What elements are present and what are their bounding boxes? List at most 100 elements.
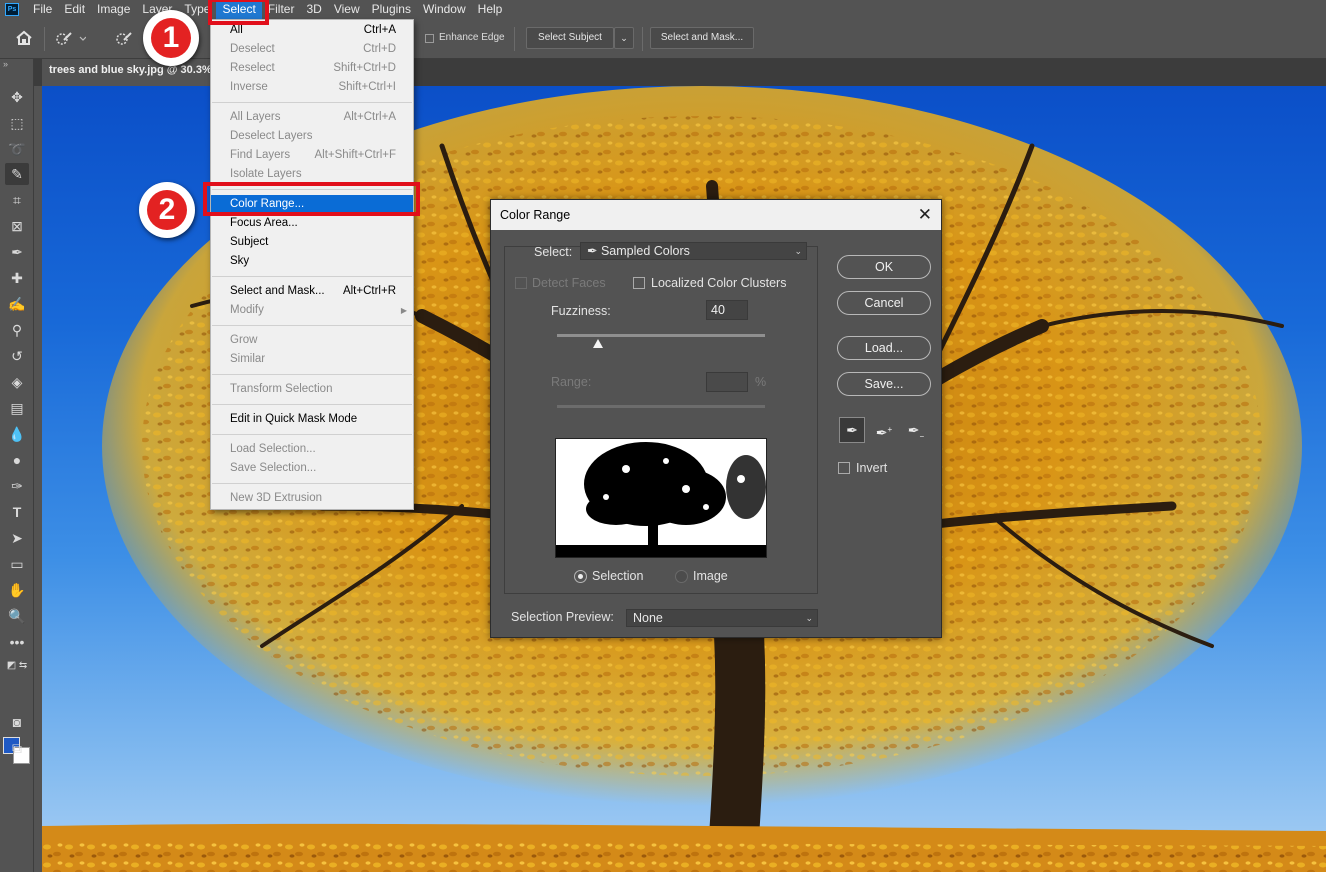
menu-item-save-selection[interactable]: Save Selection... bbox=[211, 459, 413, 478]
selection-radio[interactable] bbox=[574, 570, 587, 583]
history-brush-icon[interactable]: ↺ bbox=[5, 345, 29, 367]
menu-item-reselect[interactable]: Reselect Shift+Ctrl+D bbox=[211, 59, 413, 78]
menu-item-deselect[interactable]: Deselect Ctrl+D bbox=[211, 40, 413, 59]
menu-bar: Ps File Edit Image Layer Type Select Fil… bbox=[0, 0, 1326, 19]
save-button[interactable]: Save... bbox=[837, 372, 931, 396]
dialog-title-bar: Color Range ✕ bbox=[491, 200, 941, 230]
dialog-title: Color Range bbox=[500, 208, 571, 222]
quick-mask-icon[interactable]: ◙ bbox=[5, 711, 29, 733]
selection-preview-dropdown[interactable]: None ⌄ bbox=[626, 609, 818, 627]
menu-item-transform-selection[interactable]: Transform Selection bbox=[211, 380, 413, 399]
collapse-panel-icon[interactable]: » bbox=[3, 59, 8, 69]
rectangle-tool-icon[interactable]: ▭ bbox=[5, 553, 29, 575]
invert-checkbox[interactable] bbox=[838, 462, 850, 474]
menu-3d[interactable]: 3D bbox=[300, 0, 327, 19]
menu-item-grow[interactable]: Grow bbox=[211, 331, 413, 350]
image-radio[interactable] bbox=[675, 570, 688, 583]
eyedropper-icon[interactable]: ✒ bbox=[839, 417, 865, 443]
cancel-button[interactable]: Cancel bbox=[837, 291, 931, 315]
menu-image[interactable]: Image bbox=[91, 0, 136, 19]
menu-window[interactable]: Window bbox=[417, 0, 472, 19]
close-icon[interactable]: ✕ bbox=[918, 200, 932, 230]
image-radio-label: Image bbox=[693, 569, 728, 583]
eyedropper-plus-icon[interactable]: ✒+ bbox=[871, 417, 897, 443]
menu-item-deselect-layers[interactable]: Deselect Layers bbox=[211, 127, 413, 146]
menu-item-focus-area[interactable]: Focus Area... bbox=[211, 214, 413, 233]
tree-silhouette-image bbox=[556, 439, 766, 557]
home-icon[interactable] bbox=[15, 29, 33, 50]
eraser-tool-icon[interactable]: ◈ bbox=[5, 371, 29, 393]
eyedropper-minus-icon[interactable]: ✒− bbox=[903, 417, 929, 443]
menu-item-load-selection[interactable]: Load Selection... bbox=[211, 440, 413, 459]
blur-tool-icon[interactable]: 💧 bbox=[5, 423, 29, 445]
select-subject-button[interactable]: Select Subject bbox=[526, 27, 614, 49]
select-label: Select: bbox=[534, 245, 573, 259]
fuzziness-slider-track[interactable] bbox=[557, 334, 765, 337]
ok-button[interactable]: OK bbox=[837, 255, 931, 279]
quick-selection-tool-icon[interactable]: ✎ bbox=[5, 163, 29, 185]
menu-item-similar[interactable]: Similar bbox=[211, 350, 413, 369]
step-callout-2: 2 bbox=[139, 182, 195, 238]
dodge-tool-icon[interactable]: ● bbox=[5, 449, 29, 471]
document-tab[interactable]: trees and blue sky.jpg @ 30.3% bbox=[42, 59, 214, 86]
menu-plugins[interactable]: Plugins bbox=[366, 0, 417, 19]
range-label: Range: bbox=[551, 375, 592, 389]
add-to-selection-icon[interactable] bbox=[116, 30, 138, 49]
enhance-edge-checkbox[interactable] bbox=[425, 34, 434, 43]
default-colors-icon[interactable]: ◩ ⇆ bbox=[5, 655, 29, 677]
type-tool-icon[interactable]: T bbox=[5, 501, 29, 523]
detect-faces-checkbox[interactable] bbox=[515, 277, 527, 289]
menu-item-select-and-mask[interactable]: Select and Mask... Alt+Ctrl+R bbox=[211, 282, 413, 301]
select-menu-dropdown: All Ctrl+A Deselect Ctrl+D Reselect Shift+C… bbox=[210, 19, 414, 510]
menu-file[interactable]: File bbox=[27, 0, 58, 19]
gradient-tool-icon[interactable]: ▤ bbox=[5, 397, 29, 419]
selection-preview-label: Selection Preview: bbox=[511, 610, 614, 624]
step-callout-1: 1 bbox=[143, 10, 199, 66]
path-selection-icon[interactable]: ➤ bbox=[5, 527, 29, 549]
menu-help[interactable]: Help bbox=[472, 0, 509, 19]
range-slider-track[interactable] bbox=[557, 405, 765, 408]
chevron-down-icon: ⌄ bbox=[805, 613, 813, 623]
menu-edit[interactable]: Edit bbox=[58, 0, 91, 19]
menu-view[interactable]: View bbox=[328, 0, 366, 19]
brush-tool-icon[interactable]: ✍ bbox=[5, 293, 29, 315]
eyedropper-small-icon: ✒ bbox=[587, 244, 598, 258]
move-tool-icon[interactable]: ✥ bbox=[5, 86, 29, 108]
range-unit: % bbox=[755, 375, 767, 389]
enhance-edge-label: Enhance Edge bbox=[439, 32, 505, 43]
select-subject-dropdown-icon[interactable]: ⌄ bbox=[614, 27, 634, 49]
frame-tool-icon[interactable]: ⊠ bbox=[5, 215, 29, 237]
eyedropper-tool-icon[interactable]: ✒ bbox=[5, 241, 29, 263]
hand-tool-icon[interactable]: ✋ bbox=[5, 579, 29, 601]
document-tab-bar: trees and blue sky.jpg @ 30.3% bbox=[0, 59, 1326, 86]
menu-item-new-3d-extrusion[interactable]: New 3D Extrusion bbox=[211, 489, 413, 508]
menu-item-quick-mask[interactable]: Edit in Quick Mask Mode bbox=[211, 410, 413, 429]
screen-mode-icon[interactable]: ⧉ bbox=[5, 737, 29, 759]
stamp-tool-icon[interactable]: ⚲ bbox=[5, 319, 29, 341]
crop-tool-icon[interactable]: ⌗ bbox=[5, 189, 29, 211]
menu-item-inverse[interactable]: Inverse Shift+Ctrl+I bbox=[211, 78, 413, 97]
fuzziness-input[interactable]: 40 bbox=[706, 300, 748, 320]
menu-item-subject[interactable]: Subject bbox=[211, 233, 413, 252]
tools-panel: » ✥ ⬚ ➰ ✎ ⌗ ⊠ ✒ ✚ ✍ ⚲ ↺ ◈ ▤ 💧 ● ✑ T ➤ ▭ … bbox=[0, 59, 34, 872]
menu-item-sky[interactable]: Sky bbox=[211, 252, 413, 271]
select-and-mask-button[interactable]: Select and Mask... bbox=[650, 27, 754, 49]
menu-item-modify[interactable]: Modify ▶ bbox=[211, 301, 413, 320]
more-tools-icon[interactable]: ••• bbox=[5, 631, 29, 653]
marquee-tool-icon[interactable]: ⬚ bbox=[5, 112, 29, 134]
lasso-tool-icon[interactable]: ➰ bbox=[5, 138, 29, 160]
load-button[interactable]: Load... bbox=[837, 336, 931, 360]
annotation-box-color-range bbox=[203, 182, 420, 216]
submenu-arrow-icon: ▶ bbox=[400, 306, 407, 315]
menu-item-find-layers[interactable]: Find Layers Alt+Shift+Ctrl+F bbox=[211, 146, 413, 165]
range-input[interactable] bbox=[706, 372, 748, 392]
healing-brush-icon[interactable]: ✚ bbox=[5, 267, 29, 289]
select-sampled-colors-dropdown[interactable]: ✒ Sampled Colors ⌄ bbox=[580, 242, 807, 260]
photoshop-logo-icon[interactable]: Ps bbox=[5, 3, 19, 16]
quick-selection-brush-icon[interactable] bbox=[56, 30, 87, 49]
fuzziness-slider-thumb[interactable] bbox=[593, 339, 603, 348]
zoom-tool-icon[interactable]: 🔍 bbox=[5, 605, 29, 627]
pen-tool-icon[interactable]: ✑ bbox=[5, 475, 29, 497]
localized-color-clusters-checkbox[interactable] bbox=[633, 277, 645, 289]
menu-item-all-layers[interactable]: All Layers Alt+Ctrl+A bbox=[211, 108, 413, 127]
